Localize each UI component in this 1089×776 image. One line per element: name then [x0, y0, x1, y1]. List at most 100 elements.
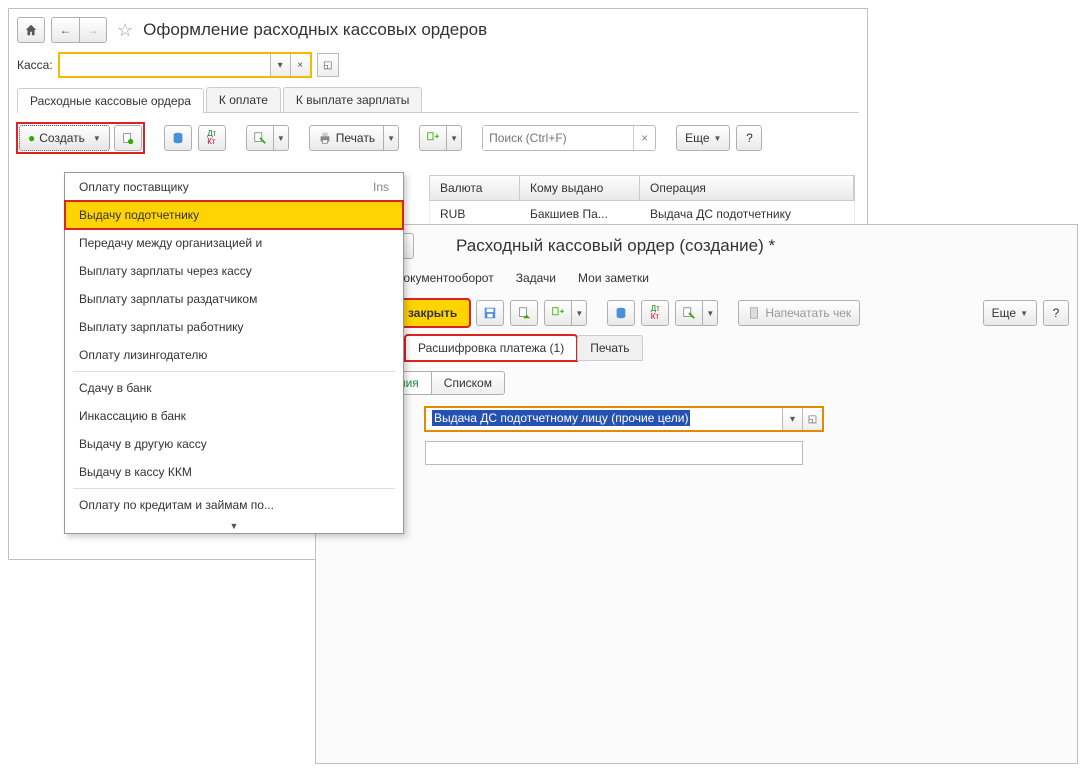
edi2-dd[interactable]: ▼ [572, 300, 587, 326]
print-label: Печать [336, 131, 375, 145]
dds-field-group: Выдача ДС подотчетному лицу (прочие цели… [425, 407, 823, 431]
list-button[interactable] [164, 125, 192, 151]
win2-subtabs: Основное Расшифровка платежа (1) Печать [324, 335, 1069, 361]
dd-item-supplier[interactable]: Оплату поставщику Ins [65, 173, 403, 201]
print-button-group: Печать ▼ [309, 125, 399, 151]
edi-button[interactable] [419, 125, 447, 151]
dd-item-leasing[interactable]: Оплату лизингодателю [65, 341, 403, 369]
comment-field-group [425, 441, 803, 465]
kassa-dropdown-btn[interactable]: ▾ [270, 54, 290, 76]
doc-link-icon [682, 306, 696, 320]
forward-button[interactable]: → [79, 17, 107, 43]
edi2-button[interactable] [544, 300, 572, 326]
order-create-window: ← → Расходный кассовый ордер (создание) … [315, 224, 1078, 764]
search-clear[interactable]: × [633, 126, 655, 150]
page-title: Оформление расходных кассовых ордеров [143, 20, 487, 40]
list2-button[interactable] [607, 300, 635, 326]
kassa-clear-btn[interactable]: × [290, 54, 310, 76]
more-button[interactable]: Еще ▼ [676, 125, 730, 151]
dds-dropdown-btn[interactable]: ▾ [782, 408, 802, 430]
seg-list[interactable]: Списком [432, 371, 505, 395]
save-button[interactable] [476, 300, 504, 326]
basis-dd[interactable]: ▼ [274, 125, 289, 151]
more-label: Еще [685, 131, 709, 145]
exchange-icon [426, 131, 440, 145]
dt-kt2-button[interactable]: ДтКт [641, 300, 669, 326]
dds-value: Выдача ДС подотчетному лицу (прочие цели… [432, 410, 690, 426]
tab-orders[interactable]: Расходные кассовые ордера [17, 88, 204, 113]
dd-separator [73, 371, 395, 372]
floppy-icon [483, 306, 497, 320]
create-dropdown: Оплату поставщику Ins Выдачу подотчетник… [64, 172, 404, 534]
dd-item-other-cash[interactable]: Выдачу в другую кассу [65, 430, 403, 458]
caret-down-icon: ▼ [714, 134, 722, 143]
dd-item-salary-dist[interactable]: Выплату зарплаты раздатчиком [65, 285, 403, 313]
db-icon [171, 131, 185, 145]
navtab-tasks[interactable]: Задачи [516, 269, 556, 289]
subtab-details[interactable]: Расшифровка платежа (1) [405, 335, 577, 361]
doc-link-icon [253, 131, 267, 145]
dd-item-transfer[interactable]: Передачу между организацией и [65, 229, 403, 257]
basis2-dd[interactable]: ▼ [703, 300, 718, 326]
kassa-input[interactable] [60, 54, 270, 76]
favorite-star-icon[interactable]: ☆ [113, 20, 137, 41]
help-button[interactable]: ? [736, 125, 762, 151]
dds-input[interactable]: Выдача ДС подотчетному лицу (прочие цели… [426, 408, 782, 430]
comment-row: Комментарий: [324, 441, 1069, 465]
win1-toolbar: ● Создать ▼ ДтКт ▼ Печать [17, 123, 859, 153]
back-button[interactable]: ← [51, 17, 79, 43]
arrow-left-icon: ← [60, 23, 72, 37]
tab-to-pay[interactable]: К оплате [206, 87, 281, 112]
print-dd[interactable]: ▼ [384, 125, 399, 151]
dd-separator [73, 488, 395, 489]
arrow-right-icon: → [87, 23, 99, 37]
edi-dd[interactable]: ▼ [447, 125, 462, 151]
tab-salary[interactable]: К выплате зарплаты [283, 87, 422, 112]
kassa-open-group: ◱ [317, 53, 339, 77]
caret-down-icon: ▼ [1020, 309, 1028, 318]
create-button[interactable]: ● Создать ▼ [19, 125, 110, 151]
print-button[interactable]: Печать [309, 125, 384, 151]
dd-item-salary-cash[interactable]: Выплату зарплаты через кассу [65, 257, 403, 285]
kassa-open-btn[interactable]: ◱ [318, 54, 338, 76]
kassa-label: Касса: [17, 58, 53, 72]
win1-tabs: Расходные кассовые ордера К оплате К вып… [17, 87, 859, 113]
home-button[interactable] [17, 17, 45, 43]
copy-button[interactable] [114, 125, 142, 151]
help2-button[interactable]: ? [1043, 300, 1069, 326]
dd-item-loans[interactable]: Оплату по кредитам и займам по... [65, 491, 403, 519]
search-box: × [482, 125, 656, 151]
question-icon: ? [1053, 306, 1060, 320]
dd-item-kkm[interactable]: Выдачу в кассу ККМ [65, 458, 403, 486]
comment-input[interactable] [426, 442, 802, 464]
home-icon [24, 23, 38, 37]
dd-scroll-down[interactable]: ▼ [65, 519, 403, 533]
dd-item-deposit[interactable]: Сдачу в банк [65, 374, 403, 402]
receipt-icon [747, 306, 761, 320]
dt-kt-button[interactable]: ДтКт [198, 125, 226, 151]
question-icon: ? [746, 131, 753, 145]
print-check-button[interactable]: Напечатать чек [738, 300, 860, 326]
navtab-docflow[interactable]: Документооборот [395, 269, 494, 289]
win2-header: ← → Расходный кассовый ордер (создание) … [324, 233, 1069, 259]
caret-down-icon: ▼ [93, 134, 101, 143]
more2-button[interactable]: Еще ▼ [983, 300, 1037, 326]
navtab-notes[interactable]: Мои заметки [578, 269, 649, 289]
basis-button-group: ▼ [246, 125, 289, 151]
subtab-print[interactable]: Печать [577, 335, 642, 361]
exchange-icon [551, 306, 565, 320]
basis-button[interactable] [246, 125, 274, 151]
dds-open-btn[interactable]: ◱ [802, 408, 822, 430]
basis2-button[interactable] [675, 300, 703, 326]
post-button[interactable] [510, 300, 538, 326]
col-operation[interactable]: Операция [640, 176, 854, 200]
win2-nav-tabs: Главное Документооборот Задачи Мои замет… [324, 269, 1069, 289]
orders-table: Валюта Кому выдано Операция RUB Бакшиев … [429, 175, 855, 228]
dd-item-collection[interactable]: Инкассацию в банк [65, 402, 403, 430]
dd-item-advance[interactable]: Выдачу подотчетнику [65, 201, 403, 229]
col-currency[interactable]: Валюта [430, 176, 520, 200]
dd-item-salary-emp[interactable]: Выплату зарплаты работнику [65, 313, 403, 341]
col-recipient[interactable]: Кому выдано [520, 176, 640, 200]
search-input[interactable] [483, 126, 633, 150]
kassa-input-group: ▾ × [59, 53, 311, 77]
